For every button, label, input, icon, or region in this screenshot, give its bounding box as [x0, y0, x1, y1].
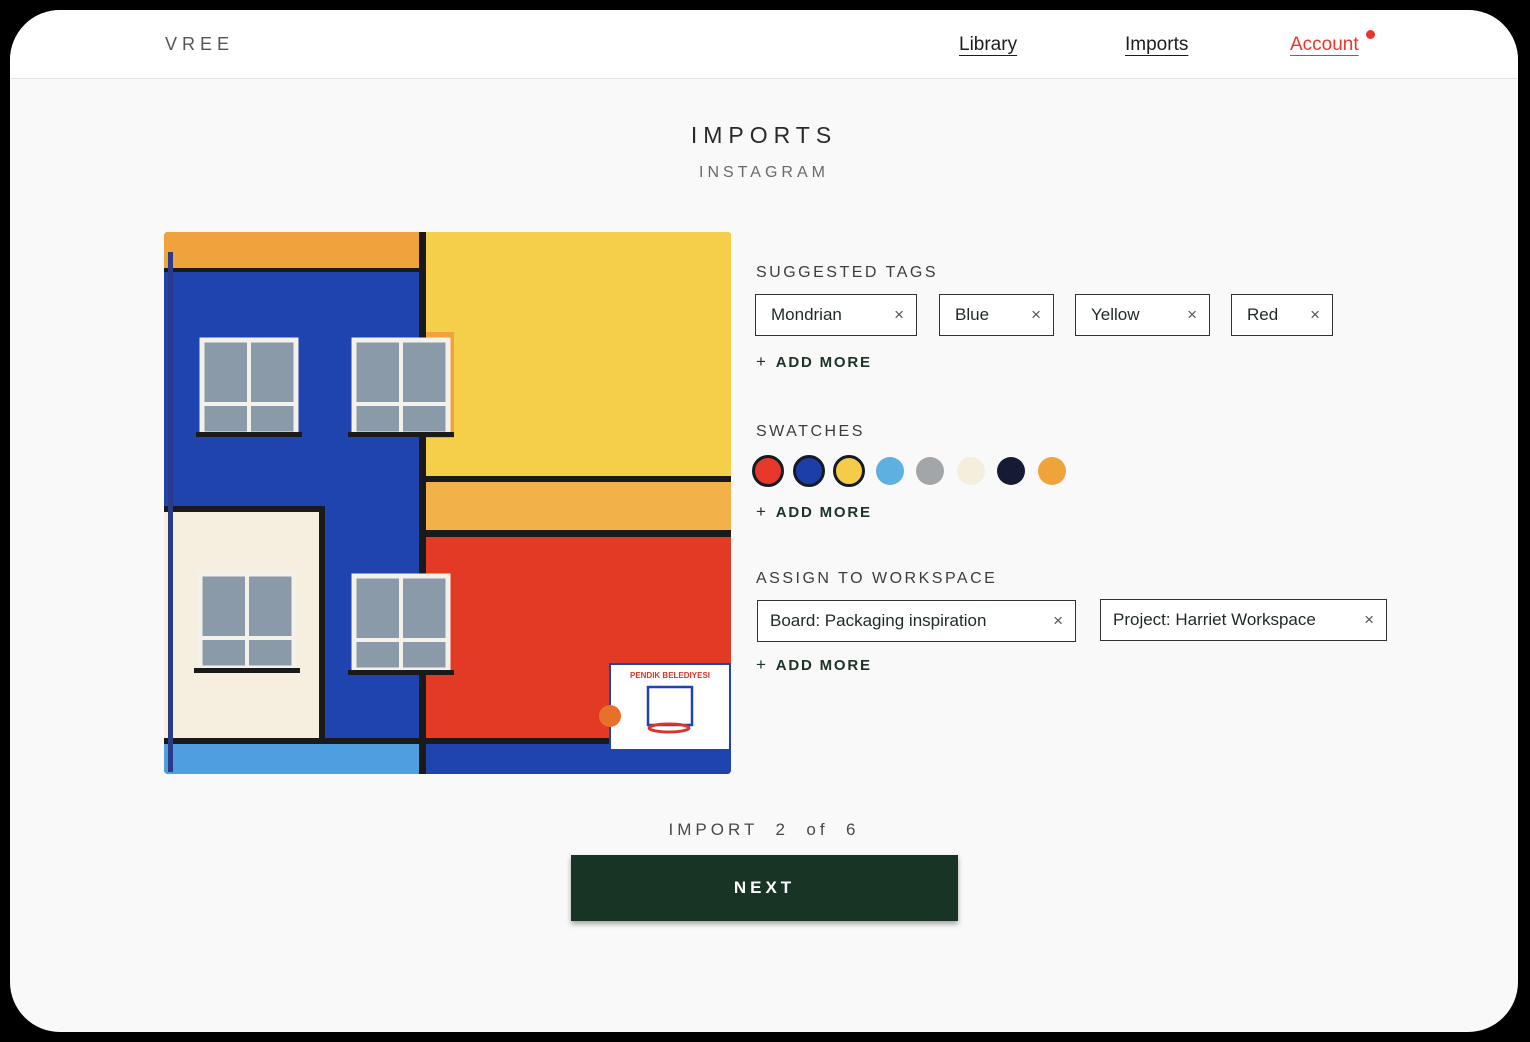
close-icon[interactable]: ×: [1364, 600, 1374, 640]
swatches-label: SWATCHES: [756, 423, 865, 440]
add-more-label: ADD MORE: [775, 354, 872, 371]
tag-chip-mondrian: Mondrian ×: [755, 294, 917, 336]
add-more-label: ADD MORE: [775, 504, 872, 521]
workspace-label: Project: Harriet Workspace: [1113, 610, 1316, 629]
add-more-label: ADD MORE: [775, 657, 872, 674]
nav-imports-link[interactable]: Imports: [1125, 34, 1188, 56]
tag-label: Mondrian: [771, 305, 842, 324]
workspace-label: Board: Packaging inspiration: [770, 611, 987, 630]
import-photo: PENDIK BELEDIYESI: [164, 232, 731, 774]
color-swatch[interactable]: [833, 455, 865, 487]
top-navigation-bar: VREE Library Imports Account: [10, 10, 1518, 79]
tag-label: Red: [1247, 305, 1279, 324]
import-counter: IMPORT 2 of 6: [668, 820, 860, 839]
assign-workspace-label: ASSIGN TO WORKSPACE: [756, 570, 998, 587]
mondrian-building-image: PENDIK BELEDIYESI: [164, 232, 731, 774]
color-swatch[interactable]: [792, 455, 825, 487]
color-swatch[interactable]: [997, 457, 1025, 485]
nav-library-link[interactable]: Library: [959, 34, 1017, 56]
tag-chip-blue: Blue ×: [939, 294, 1054, 336]
suggested-tags-label: SUGGESTED TAGS: [756, 264, 938, 281]
app-screen: VREE Library Imports Account IMPORTS INS…: [10, 10, 1518, 1032]
brand-logo[interactable]: VREE: [165, 34, 234, 55]
color-swatch[interactable]: [1037, 457, 1066, 485]
device-frame: VREE Library Imports Account IMPORTS INS…: [0, 0, 1530, 1042]
color-swatch[interactable]: [956, 457, 985, 485]
close-icon[interactable]: ×: [1053, 601, 1063, 641]
tag-label: Yellow: [1091, 305, 1140, 324]
color-swatch[interactable]: [875, 457, 904, 485]
tag-chip-yellow: Yellow ×: [1075, 294, 1210, 336]
add-more-swatches-button[interactable]: + ADD MORE: [756, 502, 872, 522]
close-icon[interactable]: ×: [1031, 295, 1041, 335]
color-swatch[interactable]: [916, 457, 944, 485]
page-subtitle: INSTAGRAM: [699, 164, 829, 181]
color-swatch[interactable]: [752, 455, 784, 487]
page-title: IMPORTS: [690, 122, 838, 148]
backboard-sign-text: PENDIK BELEDIYESI: [630, 671, 710, 680]
tag-chip-red: Red ×: [1231, 294, 1333, 336]
close-icon[interactable]: ×: [1187, 295, 1197, 335]
nav-account-link[interactable]: Account: [1290, 34, 1359, 56]
workspace-chip-project: Project: Harriet Workspace ×: [1100, 599, 1387, 641]
add-more-tags-button[interactable]: + ADD MORE: [756, 352, 872, 372]
workspace-chip-board: Board: Packaging inspiration ×: [757, 600, 1076, 642]
add-more-workspace-button[interactable]: + ADD MORE: [756, 655, 872, 675]
plus-icon: +: [756, 502, 768, 521]
plus-icon: +: [756, 655, 768, 674]
notification-dot-icon: [1366, 30, 1375, 39]
close-icon[interactable]: ×: [1310, 295, 1320, 335]
plus-icon: +: [756, 352, 768, 371]
close-icon[interactable]: ×: [894, 295, 904, 335]
tag-label: Blue: [955, 305, 990, 324]
next-button[interactable]: NEXT: [571, 855, 958, 921]
